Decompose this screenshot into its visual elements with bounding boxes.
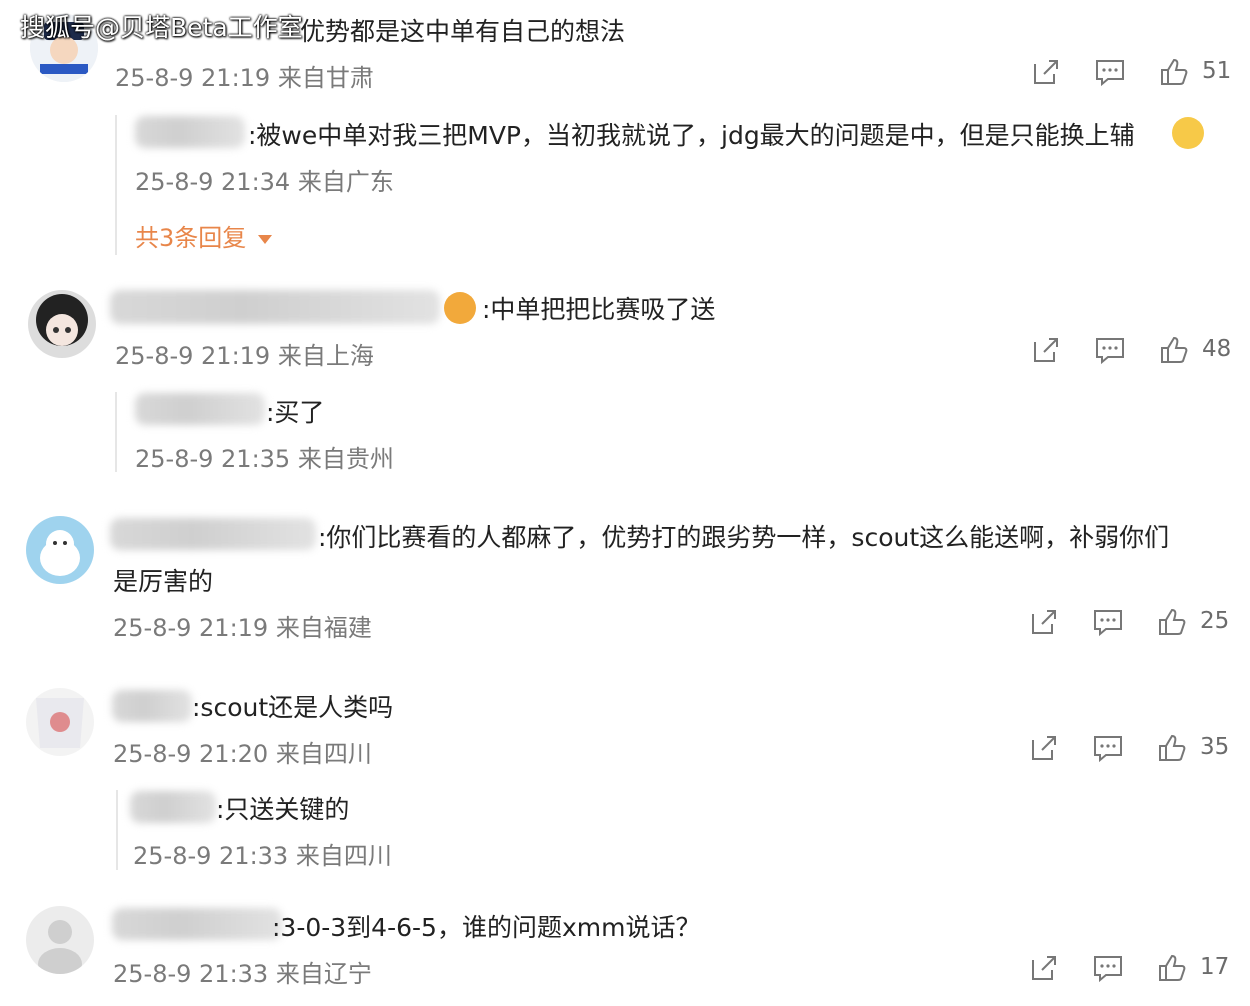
reply-meta: 25-8-9 21:34 来自广东 [135,168,394,196]
like-icon[interactable] [1156,606,1188,638]
comment-icon[interactable] [1092,732,1124,764]
like-count: 35 [1200,734,1230,760]
like-icon[interactable] [1156,732,1188,764]
comment-text: :3-0-3到4-6-5，谁的问题xmm说话？ [272,913,701,942]
comment-meta: 25-8-9 21:33 来自辽宁 [113,960,372,988]
comment-text-line1: :你们比赛看的人都麻了，优势打的跟劣势一样，scout这么能送啊，补弱你们 [318,523,1170,552]
blurred-username [135,393,265,425]
reply-meta: 25-8-9 21:33 来自四川 [133,842,392,870]
share-icon[interactable] [1030,56,1062,88]
reply-divider [115,392,117,472]
more-replies-label: 共3条回复 [135,224,247,252]
reply-divider [115,115,117,255]
blurred-username [112,908,282,940]
comment-icon[interactable] [1092,606,1124,638]
reply-divider [116,790,118,870]
blurred-username [110,518,316,550]
like-icon[interactable] [1158,334,1190,366]
comment-text-line2: 是厉害的 [113,567,214,596]
reply-text: :只送关键的 [216,795,350,824]
avatar[interactable] [26,516,94,584]
comment-icon[interactable] [1094,56,1126,88]
emoji-icon [1172,117,1204,149]
comment-meta: 25-8-9 21:20 来自四川 [113,740,372,768]
share-icon[interactable] [1028,952,1060,984]
reply-text: :被we中单对我三把MVP，当初我就说了，jdg最大的问题是中，但是只能换上辅 [248,121,1135,150]
avatar[interactable] [26,688,94,756]
watermark: 搜狐号@贝塔Beta工作室 [20,13,303,42]
more-replies-link[interactable]: 共3条回复 [135,218,272,253]
comment-meta: 25-8-9 21:19 来自甘肃 [115,64,374,92]
comment-meta: 25-8-9 21:19 来自福建 [113,614,372,642]
blurred-username [110,290,440,324]
dropdown-arrow-icon [257,234,272,244]
avatar[interactable] [28,290,96,358]
like-count: 25 [1200,608,1230,634]
blurred-username [135,116,245,148]
like-count: 17 [1200,954,1230,980]
like-icon[interactable] [1158,56,1190,88]
blurred-username [112,690,192,722]
share-icon[interactable] [1028,732,1060,764]
like-count: 48 [1202,336,1232,362]
like-icon[interactable] [1156,952,1188,984]
comment-text: :中单把把比赛吸了送 [482,295,716,324]
comment-meta: 25-8-9 21:19 来自上海 [115,342,374,370]
comment-text: 优势都是这中单有自己的想法 [300,17,626,46]
reply-text: :买了 [266,398,325,427]
comment-icon[interactable] [1094,334,1126,366]
comment-icon[interactable] [1092,952,1124,984]
share-icon[interactable] [1030,334,1062,366]
share-icon[interactable] [1028,606,1060,638]
badge-icon [444,292,476,324]
comment-text: :scout还是人类吗 [192,693,394,722]
avatar[interactable] [26,906,94,974]
like-count: 51 [1202,58,1232,84]
blurred-username [130,791,216,823]
reply-meta: 25-8-9 21:35 来自贵州 [135,445,394,473]
